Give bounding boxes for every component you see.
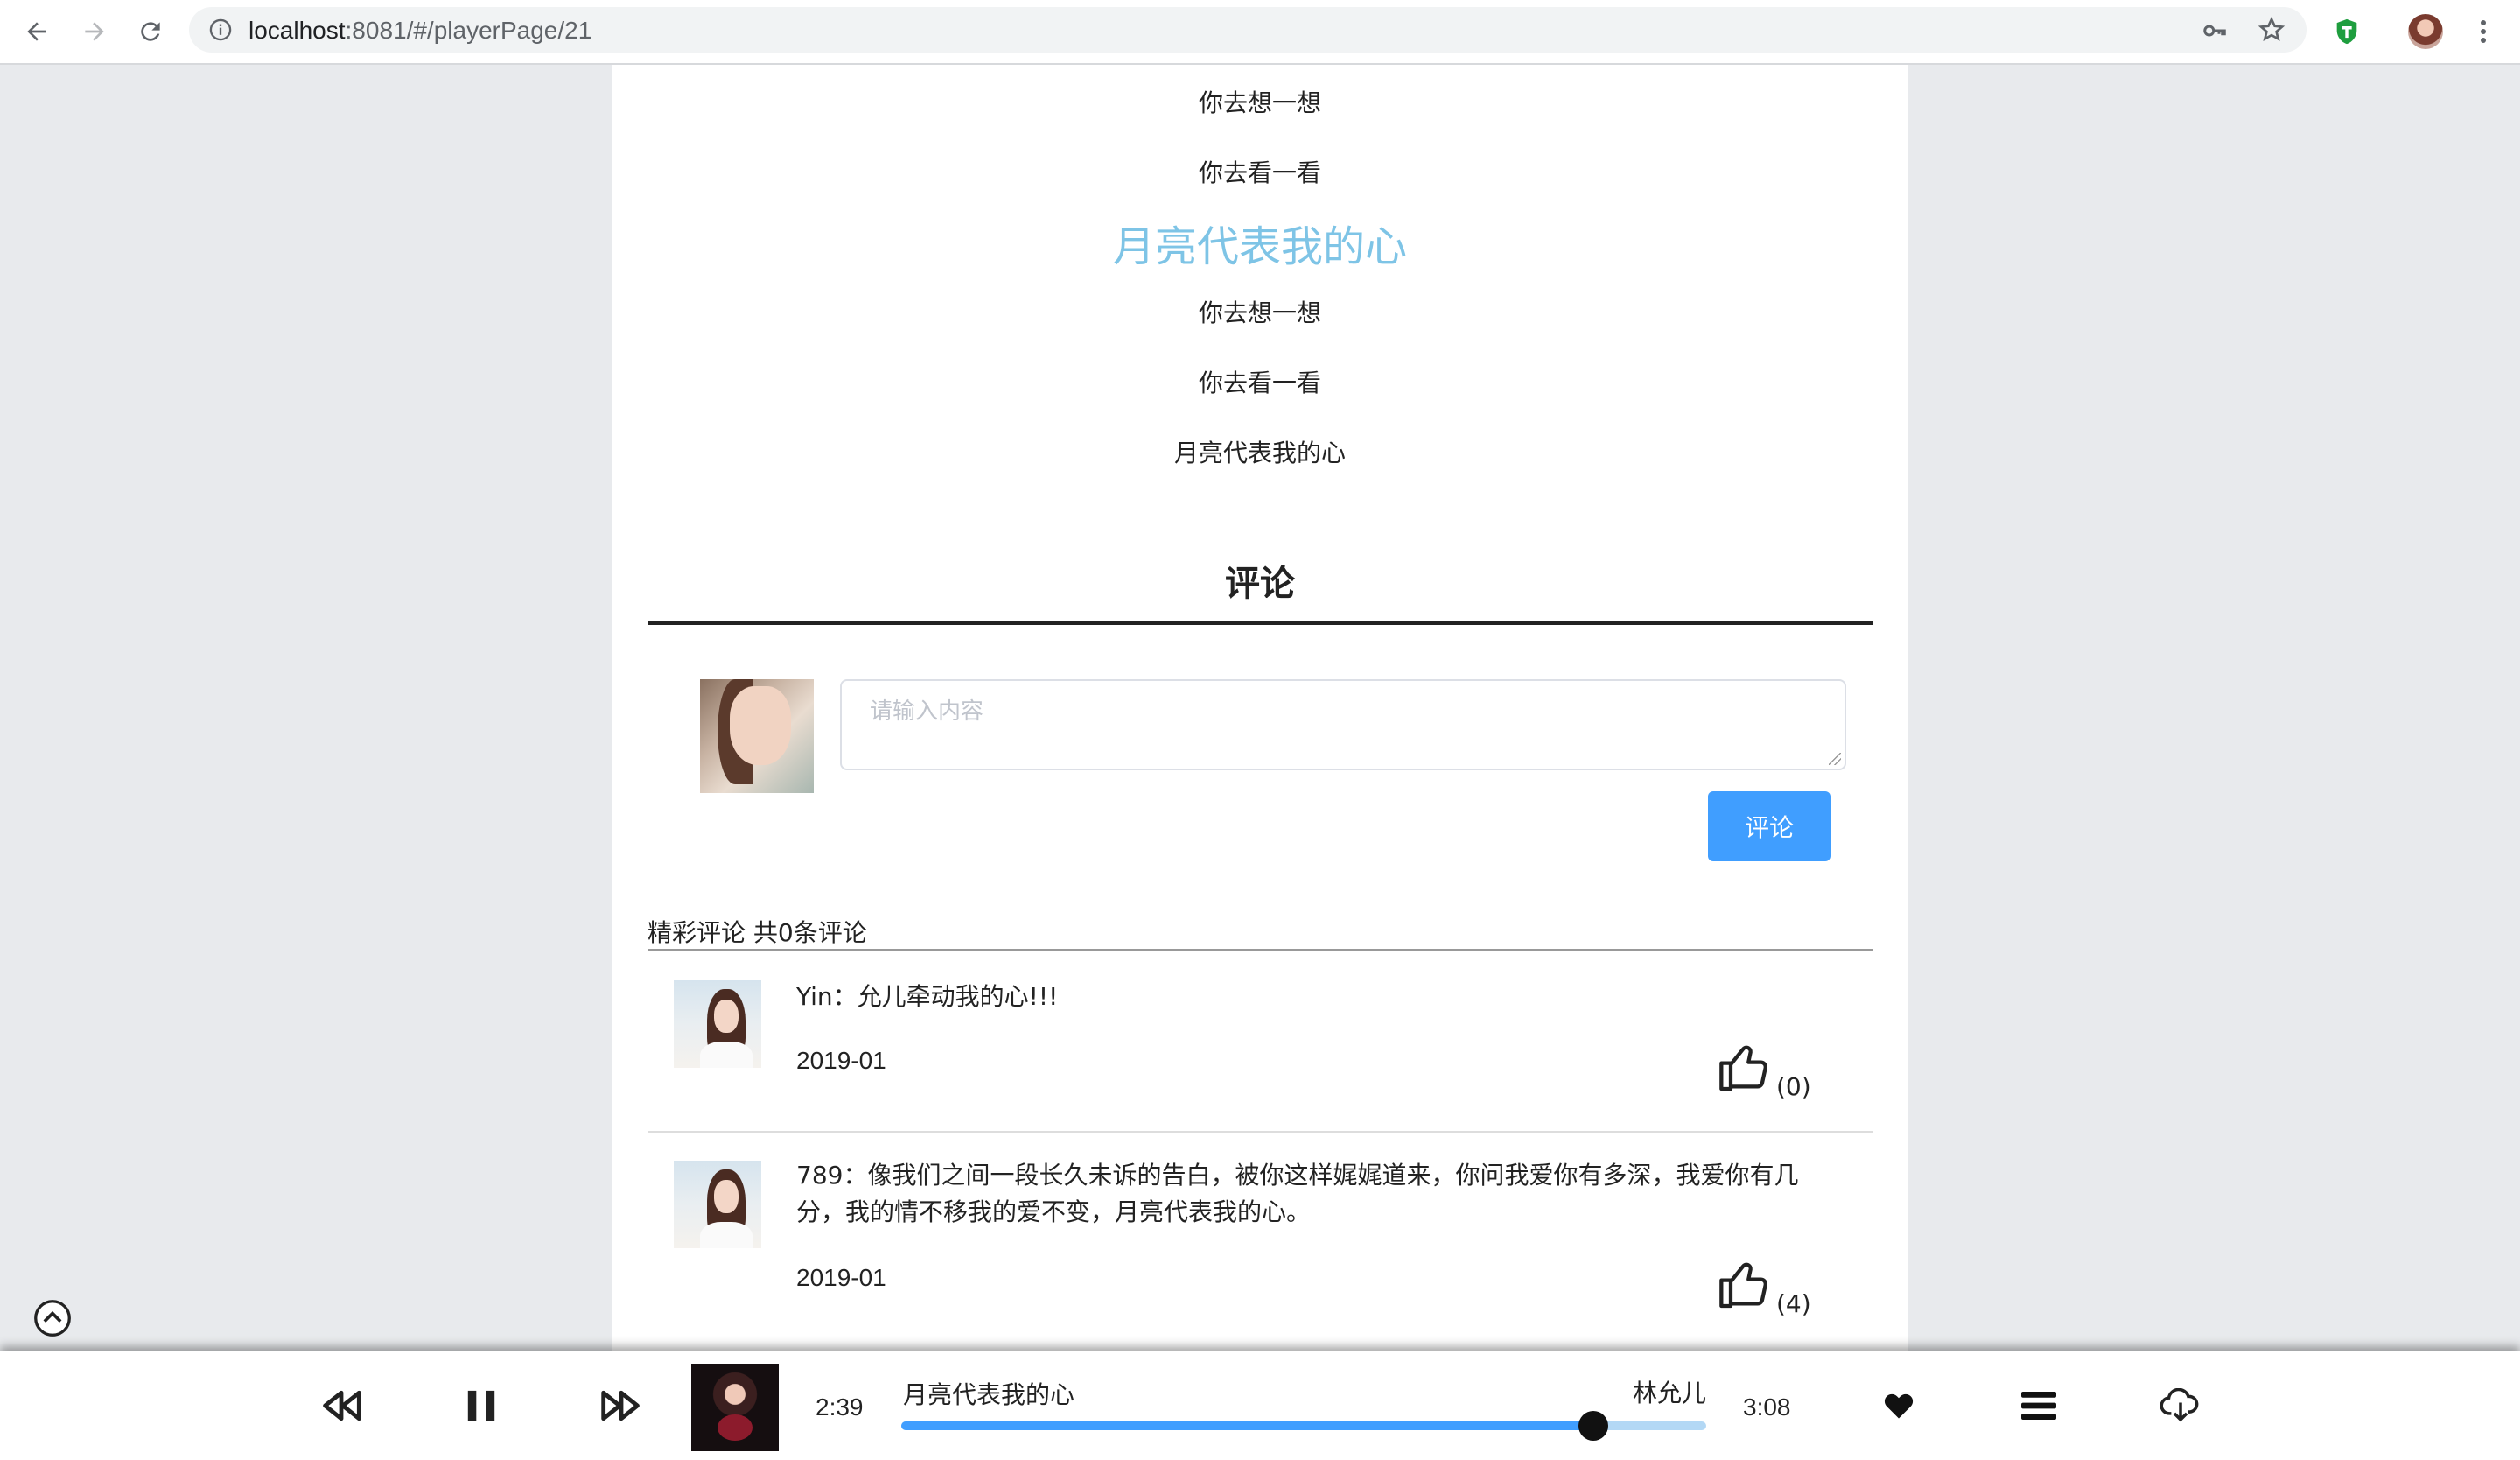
- player-bar: 2:39 月亮代表我的心 林允儿 3:08: [0, 1351, 2520, 1460]
- reload-button[interactable]: [131, 12, 170, 51]
- profile-button[interactable]: [2406, 12, 2445, 51]
- pause-button[interactable]: [460, 1385, 502, 1427]
- extension-shield-button[interactable]: [2328, 12, 2366, 51]
- lyric-line: 你去看一看: [1198, 369, 1321, 397]
- lyric-line: 月亮代表我的心: [1173, 439, 1346, 467]
- comment-date: 2019-01: [796, 1047, 886, 1074]
- playlist-button[interactable]: [2020, 1386, 2058, 1425]
- song-title: 月亮代表我的心: [903, 1380, 1075, 1409]
- reload-icon: [141, 22, 160, 41]
- rewind-icon: [323, 1390, 361, 1421]
- favorite-button[interactable]: [1880, 1386, 1918, 1425]
- comment-text: Yin：允儿牵动我的心!!!: [796, 982, 1059, 1011]
- commenter-avatar: [674, 1161, 761, 1248]
- address-bar[interactable]: localhost:8081/#/playerPage/21: [189, 7, 2306, 53]
- shield-icon: [2336, 18, 2357, 45]
- comment-item: 789：像我们之间一段长久未诉的告白，被你这样娓娓道来，你问我爱你有多深，我爱你…: [648, 1133, 1872, 1360]
- like-button[interactable]: (4): [1717, 1257, 1811, 1318]
- player-page: 你去想一想 你去看一看 月亮代表我的心 你去想一想 你去看一看 月亮代表我的心 …: [612, 65, 1908, 1351]
- progress-track[interactable]: [901, 1411, 1706, 1441]
- heart-icon: [1884, 1393, 1914, 1419]
- comment-text: 789：像我们之间一段长久未诉的告白，被你这样娓娓道来，你问我爱你有多深，我爱你…: [796, 1161, 1799, 1226]
- hot-comments-label: 精彩评论 共0条评论: [648, 918, 867, 947]
- back-button[interactable]: [18, 12, 56, 51]
- lyric-line: 你去想一想: [1198, 298, 1321, 327]
- lyric-line: 你去看一看: [1198, 158, 1321, 187]
- pause-icon: [467, 1390, 495, 1421]
- cloud-download-icon: [2160, 1388, 2199, 1422]
- back-arrow-icon: [27, 22, 46, 41]
- like-count: (4): [1776, 1289, 1811, 1318]
- previous-button[interactable]: [320, 1385, 362, 1427]
- resize-handle[interactable]: [1829, 753, 1841, 765]
- progress-handle[interactable]: [1578, 1411, 1609, 1441]
- heading-divider: [648, 621, 1872, 625]
- like-count: (0): [1776, 1072, 1811, 1101]
- album-cover: [691, 1364, 779, 1451]
- like-button[interactable]: (0): [1717, 1040, 1811, 1101]
- next-button[interactable]: [600, 1385, 642, 1427]
- thumbs-up-icon: [1719, 1045, 1768, 1091]
- fast-forward-icon: [601, 1390, 640, 1421]
- forward-button[interactable]: [75, 12, 114, 51]
- back-to-top-button[interactable]: [33, 1299, 72, 1337]
- more-vertical-icon: [2481, 20, 2486, 43]
- singer-name: 林允儿: [1633, 1379, 1707, 1407]
- current-user-avatar: [700, 679, 814, 793]
- site-info-icon[interactable]: [208, 18, 233, 42]
- elapsed-time: 2:39: [816, 1393, 864, 1421]
- comment-input[interactable]: 请输入内容: [840, 679, 1846, 770]
- forward-arrow-icon: [85, 22, 104, 41]
- profile-avatar: [2408, 14, 2443, 49]
- list-icon: [2021, 1392, 2056, 1420]
- progress-fill: [901, 1421, 1594, 1430]
- lyric-line-active: 月亮代表我的心: [1112, 222, 1407, 271]
- browser-toolbar: localhost:8081/#/playerPage/21: [0, 0, 2520, 65]
- bookmark-star-icon[interactable]: [2258, 16, 2286, 44]
- submit-comment-button[interactable]: 评论: [1708, 791, 1830, 861]
- comment-date: 2019-01: [796, 1264, 886, 1291]
- commenter-avatar: [674, 980, 761, 1068]
- comment-input-placeholder: 请输入内容: [870, 698, 984, 725]
- url-text: localhost:8081/#/playerPage/21: [248, 17, 592, 44]
- chevron-up-circle-icon: [34, 1300, 71, 1337]
- total-duration: 3:08: [1743, 1393, 1791, 1421]
- comments-heading: 评论: [1225, 564, 1295, 604]
- key-icon[interactable]: [2202, 18, 2228, 44]
- lyric-line: 你去想一想: [1198, 88, 1321, 117]
- thumbs-up-icon: [1719, 1262, 1768, 1309]
- menu-button[interactable]: [2464, 12, 2502, 51]
- download-button[interactable]: [2158, 1383, 2203, 1428]
